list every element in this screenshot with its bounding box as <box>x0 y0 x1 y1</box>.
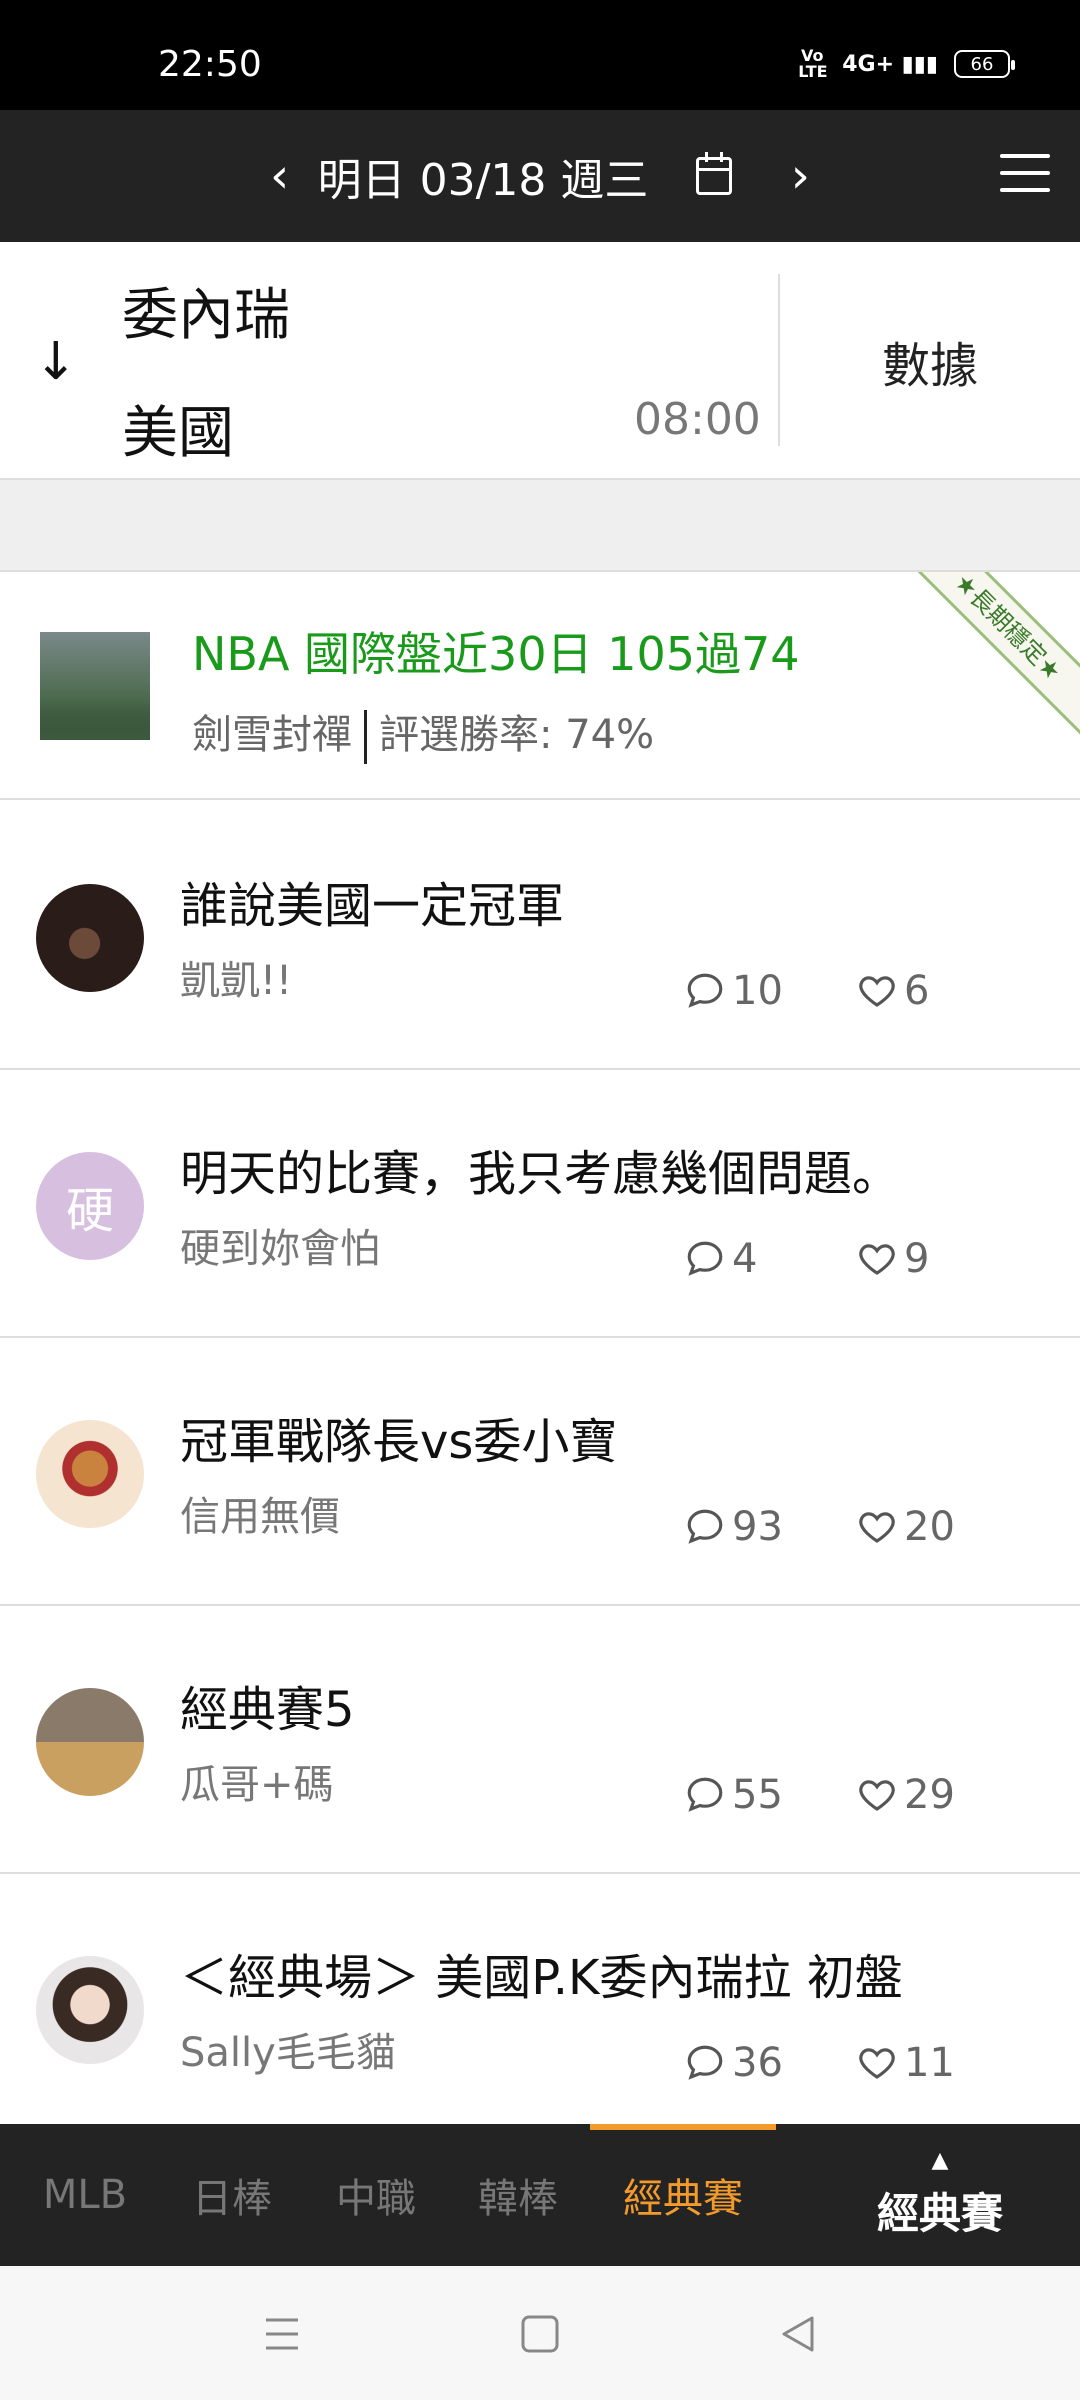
separator <box>364 710 367 764</box>
back-icon[interactable] <box>768 2310 828 2358</box>
post-item[interactable]: 經典賽5 瓜哥+碼 55 29 <box>0 1606 1080 1874</box>
top-bar: ‹ 明日 03/18 週三 › <box>0 110 1080 242</box>
comment-icon <box>687 973 723 1008</box>
tab-mlb[interactable]: MLB <box>20 2124 150 2266</box>
volte-icon: Vo LTE <box>798 46 828 81</box>
current-category-button[interactable]: ▲ 經典賽 <box>830 2124 1050 2266</box>
next-day-button[interactable]: › <box>780 148 820 204</box>
away-team: 委內瑞 <box>122 283 290 348</box>
section-spacer <box>0 480 1080 572</box>
data-button[interactable]: 數據 <box>780 242 1080 480</box>
home-team: 美國 <box>122 401 234 466</box>
like-count-value: 6 <box>904 968 930 1014</box>
like-count[interactable]: 29 <box>856 1772 955 1818</box>
stable-ribbon-badge: ★長期穩定★ <box>898 572 1080 737</box>
menu-icon[interactable] <box>1000 154 1050 194</box>
status-icons: Vo LTE 4G+ ▮▮▮ 66 <box>798 46 1015 81</box>
comment-count: 4 <box>684 1236 757 1282</box>
post-item[interactable]: 冠軍戰隊長vs委小寶 信用無價 93 20 <box>0 1338 1080 1606</box>
comment-count-value: 36 <box>732 2040 783 2086</box>
featured-expert-card[interactable]: NBA 國際盤近30日 105過74 劍雪封禪 評選勝率: 74% ★長期穩定★ <box>0 572 1080 800</box>
post-item[interactable]: 誰說美國一定冠軍 凱凱!! 10 6 <box>0 802 1080 1070</box>
comment-count-value: 4 <box>732 1236 758 1282</box>
post-title: 誰說美國一定冠軍 <box>180 878 565 934</box>
comment-icon <box>687 2045 723 2080</box>
network-type: 4G+ <box>842 51 895 77</box>
home-icon[interactable] <box>510 2310 570 2358</box>
comment-count: 93 <box>684 1504 783 1550</box>
status-bar: 22:50 Vo LTE 4G+ ▮▮▮ 66 <box>0 0 1080 110</box>
comment-count-value: 93 <box>732 1504 783 1550</box>
tab-cpbl[interactable]: 中職 <box>314 2124 438 2266</box>
heart-icon <box>859 976 895 1007</box>
comment-count: 55 <box>684 1772 783 1818</box>
previous-day-button[interactable]: ‹ <box>260 148 300 204</box>
heart-icon <box>859 2048 895 2079</box>
caret-up-icon: ▲ <box>931 2147 949 2173</box>
date-label: 明日 03/18 週三 <box>317 155 649 206</box>
match-time: 08:00 <box>634 394 761 445</box>
battery-level: 66 <box>970 53 994 75</box>
tab-npb[interactable]: 日棒 <box>170 2124 294 2266</box>
avatar <box>36 1956 144 2064</box>
league-tab-bar: MLB 日棒 中職 韓棒 經典賽 ▲ 經典賽 <box>0 2124 1080 2266</box>
date-navigation: ‹ 明日 03/18 週三 › <box>0 110 1080 242</box>
post-author: 信用無價 <box>180 1494 340 1540</box>
post-item[interactable]: 硬 明天的比賽，我只考慮幾個問題。 硬到妳會怕 4 9 <box>0 1070 1080 1338</box>
post-title: 經典賽5 <box>180 1682 355 1738</box>
expert-thumbnail <box>40 632 150 740</box>
featured-author-line: 劍雪封禪 評選勝率: 74% <box>192 702 654 764</box>
like-count-value: 20 <box>904 1504 955 1550</box>
featured-author: 劍雪封禪 <box>192 712 352 758</box>
battery-icon: 66 <box>954 50 1015 78</box>
comment-count: 10 <box>684 968 783 1014</box>
recent-apps-icon[interactable] <box>252 2310 312 2358</box>
like-count-value: 9 <box>904 1236 930 1282</box>
comment-icon <box>687 1241 723 1276</box>
like-count-value: 29 <box>904 1772 955 1818</box>
like-count[interactable]: 11 <box>856 2040 955 2086</box>
status-time: 22:50 <box>158 44 262 85</box>
comment-count-value: 10 <box>732 968 783 1014</box>
comment-count: 36 <box>684 2040 783 2086</box>
signal-icon: 4G+ ▮▮▮ <box>842 51 938 77</box>
post-item[interactable]: ＜經典場＞ 美國P.K委內瑞拉 初盤 Sally毛毛貓 36 11 <box>0 1874 1080 2142</box>
heart-icon <box>859 1780 895 1811</box>
avatar <box>36 1420 144 1528</box>
current-category-label: 經典賽 <box>876 2188 1003 2238</box>
tab-wbc[interactable]: 經典賽 <box>590 2124 776 2266</box>
post-title: 冠軍戰隊長vs委小寶 <box>180 1414 618 1470</box>
post-author: 硬到妳會怕 <box>180 1226 380 1272</box>
comment-icon <box>687 1777 723 1812</box>
avatar <box>36 1688 144 1796</box>
like-count[interactable]: 6 <box>856 968 929 1014</box>
like-count[interactable]: 20 <box>856 1504 955 1550</box>
match-row[interactable]: ↓ 委內瑞 美國 08:00 數據 <box>0 242 1080 480</box>
calendar-icon[interactable] <box>696 152 733 195</box>
system-navigation-bar <box>0 2266 1080 2400</box>
post-author: Sally毛毛貓 <box>180 2030 396 2076</box>
post-author: 凱凱!! <box>180 958 293 1004</box>
post-title: 明天的比賽，我只考慮幾個問題。 <box>180 1146 901 1202</box>
arrow-down-icon: ↓ <box>34 332 78 392</box>
comment-icon <box>687 1509 723 1544</box>
post-author: 瓜哥+碼 <box>180 1762 334 1808</box>
featured-win-rate: 評選勝率: 74% <box>379 712 655 758</box>
like-count[interactable]: 9 <box>856 1236 929 1282</box>
featured-title: NBA 國際盤近30日 105過74 <box>192 627 800 681</box>
heart-icon <box>859 1244 895 1275</box>
comment-count-value: 55 <box>732 1772 783 1818</box>
avatar: 硬 <box>36 1152 144 1260</box>
like-count-value: 11 <box>904 2040 955 2086</box>
tab-kbo[interactable]: 韓棒 <box>456 2124 580 2266</box>
heart-icon <box>859 1512 895 1543</box>
post-title: ＜經典場＞ 美國P.K委內瑞拉 初盤 <box>180 1950 903 2006</box>
avatar <box>36 884 144 992</box>
